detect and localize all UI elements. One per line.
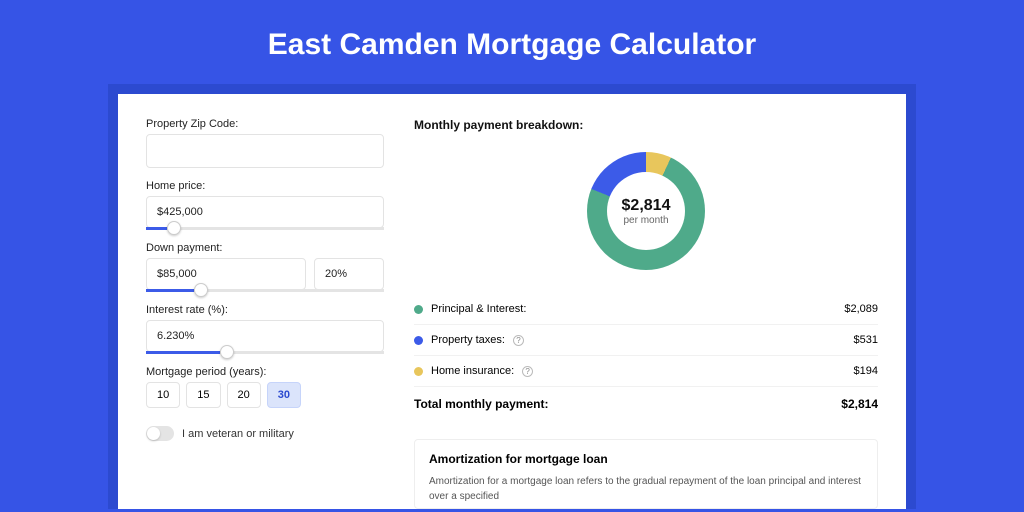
dot-icon: [414, 336, 423, 345]
down-payment-input[interactable]: [146, 258, 306, 290]
dot-icon: [414, 367, 423, 376]
rate-label: Interest rate (%):: [146, 304, 384, 316]
amortization-box: Amortization for mortgage loan Amortizat…: [414, 439, 878, 509]
period-label: Mortgage period (years):: [146, 366, 384, 378]
period-btn-10[interactable]: 10: [146, 382, 180, 408]
veteran-label: I am veteran or military: [182, 428, 294, 440]
down-payment-group: Down payment:: [146, 242, 384, 292]
veteran-toggle[interactable]: [146, 426, 174, 441]
legend-label: Home insurance:: [431, 365, 514, 377]
legend-value: $194: [854, 365, 878, 377]
home-price-slider[interactable]: [146, 227, 384, 230]
donut-chart-wrap: $2,814 per month: [414, 146, 878, 280]
period-btn-20[interactable]: 20: [227, 382, 261, 408]
rate-group: Interest rate (%):: [146, 304, 384, 354]
period-btn-15[interactable]: 15: [186, 382, 220, 408]
legend-label: Property taxes:: [431, 334, 505, 346]
down-payment-slider[interactable]: [146, 289, 384, 292]
breakdown-heading: Monthly payment breakdown:: [414, 118, 878, 132]
home-price-group: Home price:: [146, 180, 384, 230]
period-group: Mortgage period (years): 10 15 20 30: [146, 366, 384, 408]
period-options: 10 15 20 30: [146, 382, 384, 408]
zip-input[interactable]: [146, 134, 384, 168]
total-label: Total monthly payment:: [414, 397, 548, 411]
zip-group: Property Zip Code:: [146, 118, 384, 168]
zip-label: Property Zip Code:: [146, 118, 384, 130]
legend-row-taxes: Property taxes: ? $531: [414, 324, 878, 355]
legend-value: $531: [854, 334, 878, 346]
legend-row-principal: Principal & Interest: $2,089: [414, 294, 878, 324]
form-column: Property Zip Code: Home price: Down paym…: [146, 118, 384, 509]
rate-slider[interactable]: [146, 351, 384, 354]
panel-outer: Property Zip Code: Home price: Down paym…: [108, 84, 916, 509]
total-row: Total monthly payment: $2,814: [414, 386, 878, 425]
total-value: $2,814: [841, 397, 878, 411]
donut-chart: $2,814 per month: [587, 152, 705, 270]
legend-label: Principal & Interest:: [431, 303, 526, 315]
calculator-panel: Property Zip Code: Home price: Down paym…: [118, 94, 906, 509]
dot-icon: [414, 305, 423, 314]
legend-row-insurance: Home insurance: ? $194: [414, 355, 878, 386]
rate-input[interactable]: [146, 320, 384, 352]
breakdown-column: Monthly payment breakdown: $2,814 per mo…: [414, 118, 878, 509]
donut-amount: $2,814: [622, 197, 671, 215]
amortization-body: Amortization for a mortgage loan refers …: [429, 474, 863, 504]
legend-value: $2,089: [844, 303, 878, 315]
donut-subtext: per month: [622, 215, 671, 226]
legend: Principal & Interest: $2,089 Property ta…: [414, 294, 878, 425]
amortization-title: Amortization for mortgage loan: [429, 452, 863, 466]
home-price-input[interactable]: [146, 196, 384, 228]
page-title: East Camden Mortgage Calculator: [0, 0, 1024, 84]
period-btn-30[interactable]: 30: [267, 382, 301, 408]
donut-center: $2,814 per month: [622, 197, 671, 226]
down-payment-pct-input[interactable]: [314, 258, 384, 290]
home-price-label: Home price:: [146, 180, 384, 192]
veteran-row: I am veteran or military: [146, 426, 384, 441]
help-icon[interactable]: ?: [522, 366, 533, 377]
help-icon[interactable]: ?: [513, 335, 524, 346]
down-payment-label: Down payment:: [146, 242, 384, 254]
